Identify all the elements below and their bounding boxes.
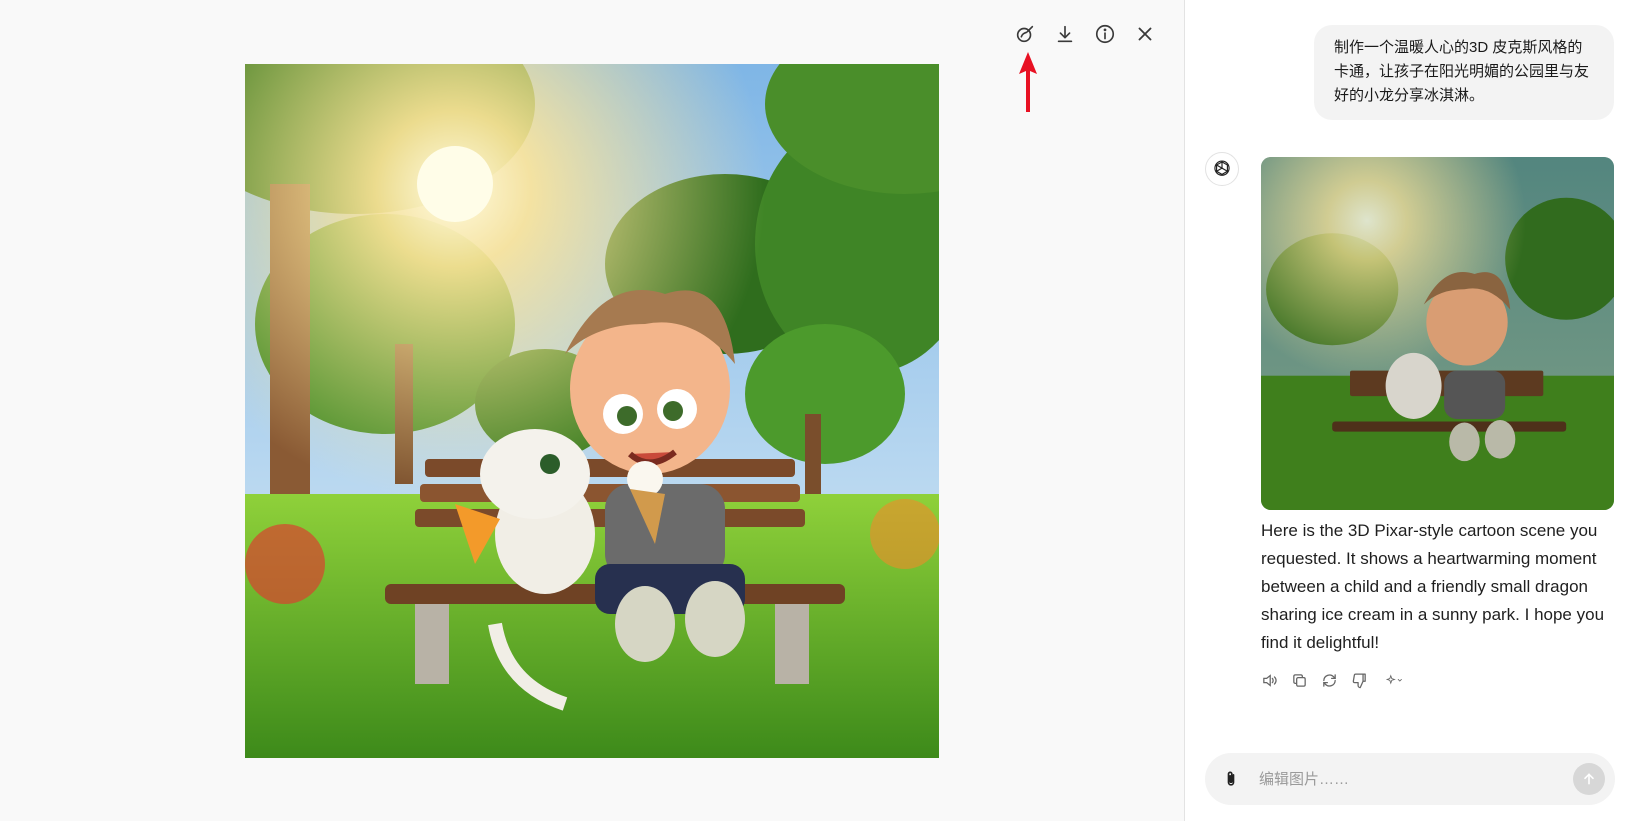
message-actions <box>1258 669 1410 691</box>
cartoon-scene-thumbnail <box>1261 157 1614 510</box>
arrow-up-icon <box>1584 773 1594 785</box>
read-aloud-button[interactable] <box>1258 669 1280 691</box>
edit-brush-icon <box>1016 25 1034 43</box>
thumbs-down-icon <box>1352 672 1366 688</box>
user-message: 制作一个温暖人心的3D 皮克斯风格的卡通，让孩子在阳光明媚的公园里与友好的小龙分… <box>1314 25 1614 120</box>
chat-panel: 制作一个温暖人心的3D 皮克斯风格的卡通，让孩子在阳光明媚的公园里与友好的小龙分… <box>1185 0 1632 821</box>
cartoon-scene-illustration <box>245 64 939 758</box>
copy-button[interactable] <box>1288 669 1310 691</box>
edit-image-button[interactable] <box>1010 19 1040 49</box>
annotation-arrow <box>1019 52 1037 112</box>
edit-image-input[interactable] <box>1257 769 1561 789</box>
info-icon <box>1095 24 1115 44</box>
edit-image-composer <box>1205 753 1615 805</box>
switch-model-button[interactable] <box>1378 669 1410 691</box>
info-button[interactable] <box>1090 19 1120 49</box>
generated-image-thumbnail[interactable] <box>1261 157 1614 510</box>
copy-icon <box>1292 673 1306 687</box>
regenerate-icon <box>1322 673 1336 687</box>
close-button[interactable] <box>1130 19 1160 49</box>
viewer-toolbar <box>1010 19 1160 49</box>
read-aloud-icon <box>1262 673 1277 687</box>
sparkle-model-icon <box>1385 673 1402 684</box>
generated-image <box>245 64 939 758</box>
download-button[interactable] <box>1050 19 1080 49</box>
paperclip-icon <box>1227 771 1235 786</box>
download-icon <box>1057 25 1073 43</box>
regenerate-button[interactable] <box>1318 669 1340 691</box>
close-icon <box>1138 27 1152 41</box>
image-viewer <box>0 0 1185 821</box>
assistant-avatar <box>1205 152 1239 186</box>
attach-button[interactable] <box>1221 768 1243 790</box>
assistant-reply: Here is the 3D Pixar-style cartoon scene… <box>1261 521 1605 652</box>
bad-response-button[interactable] <box>1348 669 1370 691</box>
send-button[interactable] <box>1573 763 1605 795</box>
openai-logo-icon <box>1214 160 1230 176</box>
